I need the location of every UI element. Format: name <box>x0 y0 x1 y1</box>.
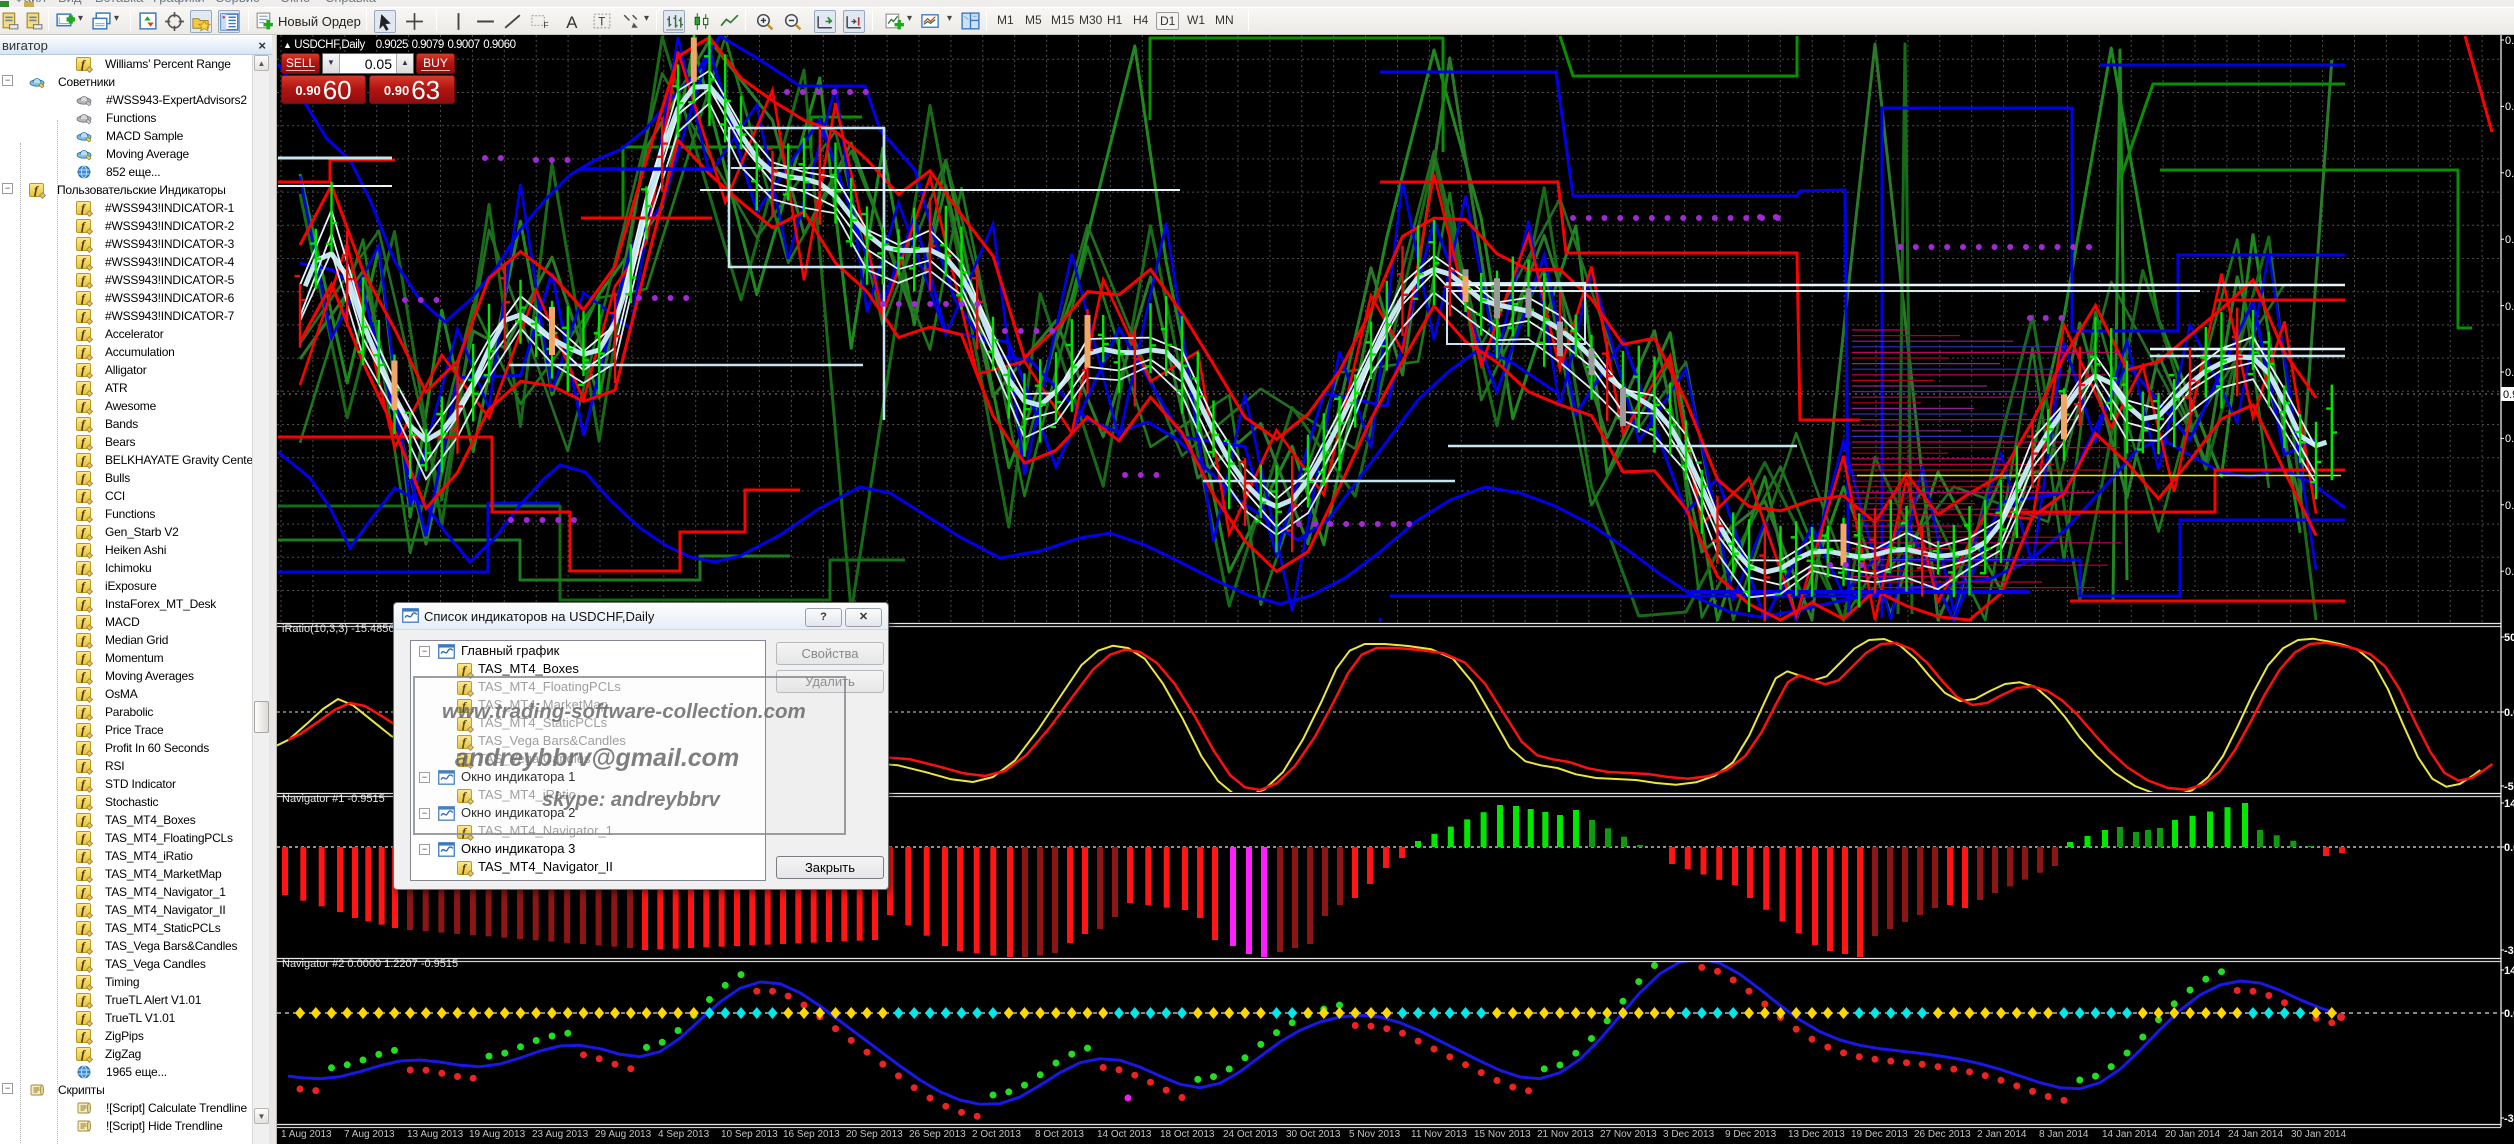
svg-text:30 Oct 2013: 30 Oct 2013 <box>1286 1129 1341 1140</box>
svg-text:0.00: 0.00 <box>2504 1008 2514 1020</box>
svg-text:21 Nov 2013: 21 Nov 2013 <box>1537 1129 1594 1140</box>
svg-text:0.90: 0.90 <box>2505 367 2514 379</box>
svg-text:2 Oct 2013: 2 Oct 2013 <box>972 1129 1021 1140</box>
svg-text:26 Sep 2013: 26 Sep 2013 <box>909 1129 966 1140</box>
svg-text:0.90: 0.90 <box>2503 389 2514 401</box>
svg-text:14: 14 <box>2504 965 2514 977</box>
svg-text:24 Oct 2013: 24 Oct 2013 <box>1223 1129 1278 1140</box>
svg-text:0.90: 0.90 <box>2505 101 2514 113</box>
svg-text:0.00: 0.00 <box>2504 842 2514 854</box>
svg-text:27 Nov 2013: 27 Nov 2013 <box>1600 1129 1657 1140</box>
svg-text:0.90: 0.90 <box>2505 234 2514 246</box>
svg-text:T: T <box>598 17 605 29</box>
svg-text:16 Sep 2013: 16 Sep 2013 <box>783 1129 840 1140</box>
svg-text:14 Jan 2014: 14 Jan 2014 <box>2102 1129 2157 1140</box>
svg-text:9 Dec 2013: 9 Dec 2013 <box>1725 1129 1777 1140</box>
svg-text:0.90: 0.90 <box>2505 301 2514 313</box>
svg-text:14: 14 <box>2504 798 2514 810</box>
svg-text:0.90: 0.90 <box>2505 433 2514 445</box>
svg-text:0.00: 0.00 <box>2504 707 2514 719</box>
svg-text:8 Jan 2014: 8 Jan 2014 <box>2039 1129 2089 1140</box>
svg-text:24 Jan 2014: 24 Jan 2014 <box>2228 1129 2283 1140</box>
svg-text:29 Aug 2013: 29 Aug 2013 <box>595 1129 652 1140</box>
svg-text:2 Jan 2014: 2 Jan 2014 <box>1977 1129 2027 1140</box>
svg-text:26 Dec 2013: 26 Dec 2013 <box>1914 1129 1971 1140</box>
svg-text:15 Nov 2013: 15 Nov 2013 <box>1474 1129 1531 1140</box>
svg-text:7 Aug 2013: 7 Aug 2013 <box>344 1129 395 1140</box>
svg-text:-3: -3 <box>2504 945 2514 957</box>
svg-text:13 Dec 2013: 13 Dec 2013 <box>1788 1129 1845 1140</box>
svg-text:0.90: 0.90 <box>2505 35 2514 47</box>
svg-text:13 Aug 2013: 13 Aug 2013 <box>407 1129 464 1140</box>
svg-text:19 Dec 2013: 19 Dec 2013 <box>1851 1129 1908 1140</box>
svg-text:30 Jan 2014: 30 Jan 2014 <box>2291 1129 2346 1140</box>
svg-text:-3: -3 <box>2504 1113 2514 1125</box>
svg-text:11 Nov 2013: 11 Nov 2013 <box>1411 1129 1467 1140</box>
svg-text:Navigator #1 -0.9515: Navigator #1 -0.9515 <box>282 793 385 805</box>
svg-text:14 Oct 2013: 14 Oct 2013 <box>1097 1129 1152 1140</box>
svg-text:0.90: 0.90 <box>2505 168 2514 180</box>
svg-text:20 Jan 2014: 20 Jan 2014 <box>2165 1129 2220 1140</box>
svg-text:19 Aug 2013: 19 Aug 2013 <box>469 1129 526 1140</box>
svg-text:3 Dec 2013: 3 Dec 2013 <box>1663 1129 1715 1140</box>
svg-text:23 Aug 2013: 23 Aug 2013 <box>532 1129 589 1140</box>
svg-text:A: A <box>566 13 578 32</box>
svg-text:-50: -50 <box>2504 781 2514 793</box>
svg-text:0.90: 0.90 <box>2505 566 2514 578</box>
svg-text:F: F <box>543 20 548 30</box>
svg-text:20 Sep 2013: 20 Sep 2013 <box>846 1129 903 1140</box>
svg-text:10 Sep 2013: 10 Sep 2013 <box>721 1129 778 1140</box>
svg-text:Navigator #2 0.0000 1.2207 -0.: Navigator #2 0.0000 1.2207 -0.9515 <box>282 958 458 970</box>
svg-text:4 Sep 2013: 4 Sep 2013 <box>658 1129 710 1140</box>
svg-text:8 Oct 2013: 8 Oct 2013 <box>1035 1129 1084 1140</box>
svg-text:5 Nov 2013: 5 Nov 2013 <box>1349 1129 1401 1140</box>
svg-text:50: 50 <box>2504 632 2514 644</box>
svg-text:0.90: 0.90 <box>2505 500 2514 512</box>
svg-text:18 Oct 2013: 18 Oct 2013 <box>1160 1129 1215 1140</box>
svg-text:1 Aug 2013: 1 Aug 2013 <box>281 1129 332 1140</box>
